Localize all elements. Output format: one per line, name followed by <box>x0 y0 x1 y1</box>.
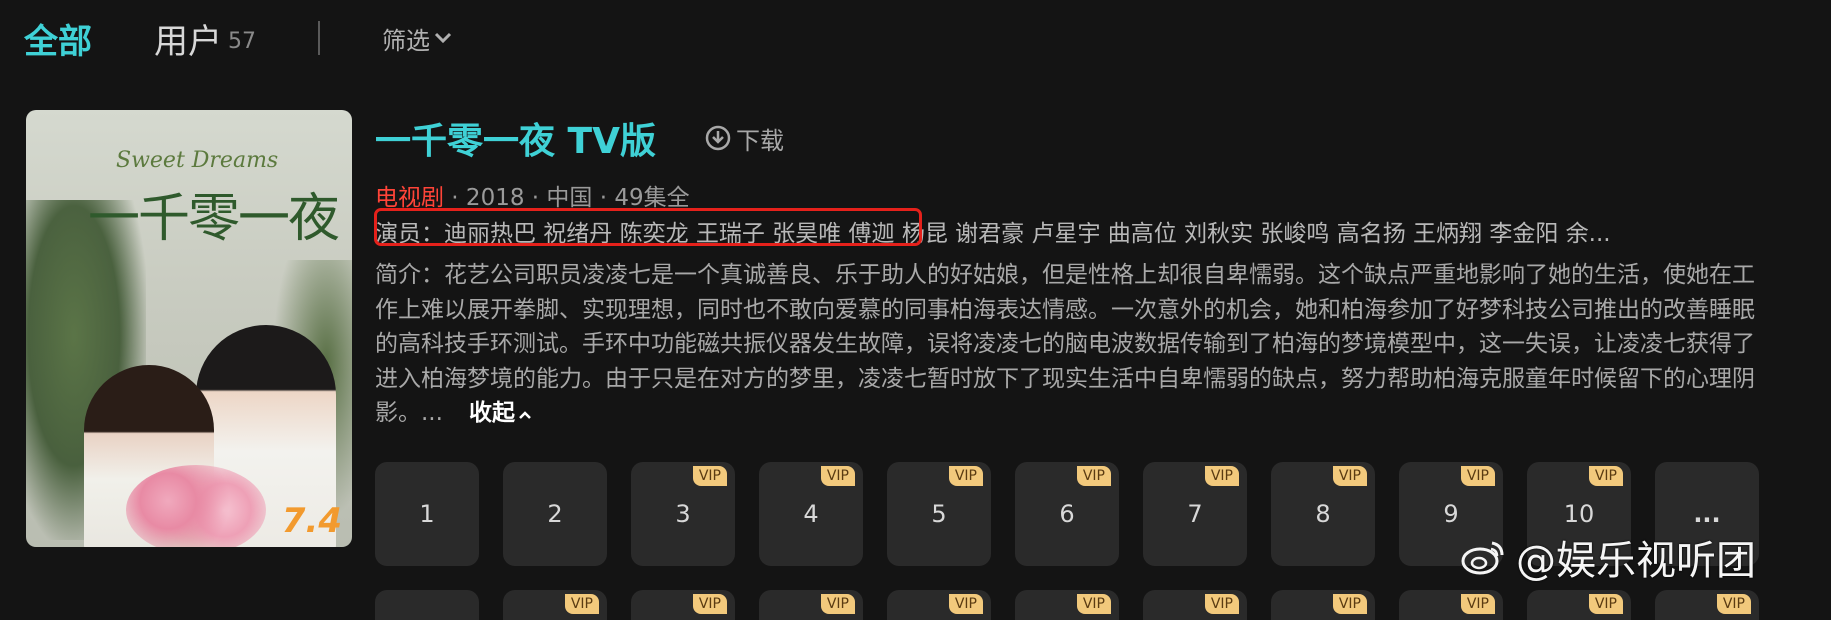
show-title-row: 一千零一夜 TV版 下载 <box>375 112 784 164</box>
collapse-button[interactable]: 收起 <box>469 400 532 426</box>
episode-button[interactable]: 6 VIP <box>1015 462 1119 566</box>
episode-button-partial[interactable]: VIP <box>1271 590 1375 620</box>
weibo-icon <box>1461 541 1504 575</box>
episode-button-partial[interactable]: VIP <box>1655 590 1759 620</box>
episode-label: ... <box>1693 500 1721 528</box>
episode-button[interactable]: 2 <box>503 462 607 566</box>
show-poster[interactable]: Sweet Dreams 一千零一夜 7.4 <box>26 110 352 547</box>
vip-badge: VIP <box>1716 594 1751 614</box>
vip-badge: VIP <box>1076 466 1111 486</box>
tab-divider <box>318 21 320 55</box>
episode-button-partial[interactable]: VIP <box>1143 590 1247 620</box>
episode-button-partial[interactable]: VIP <box>1527 590 1631 620</box>
episode-button-partial[interactable] <box>375 590 479 620</box>
episode-button-partial[interactable]: VIP <box>1015 590 1119 620</box>
episode-button[interactable]: 8 VIP <box>1271 462 1375 566</box>
vip-badge: VIP <box>564 594 599 614</box>
vip-badge: VIP <box>948 466 983 486</box>
vip-badge: VIP <box>948 594 983 614</box>
episode-button-partial[interactable]: VIP <box>1399 590 1503 620</box>
vip-badge: VIP <box>692 594 727 614</box>
vip-badge: VIP <box>820 594 855 614</box>
episode-button[interactable]: 3 VIP <box>631 462 735 566</box>
episode-label: 10 <box>1563 500 1595 528</box>
watermark: @娱乐视听团 <box>1460 528 1756 586</box>
vip-badge: VIP <box>1588 466 1623 486</box>
episode-button-partial[interactable]: VIP <box>503 590 607 620</box>
vip-badge: VIP <box>1460 466 1495 486</box>
tab-bar: 全部 用户 57 筛选 <box>24 8 452 68</box>
poster-score: 7.4 <box>281 501 342 541</box>
poster-title: 一千零一夜 <box>88 189 340 249</box>
download-label: 下载 <box>735 126 784 155</box>
filter-dropdown[interactable]: 筛选 <box>382 21 452 56</box>
episode-label: 1 <box>419 500 435 528</box>
episode-button[interactable]: 1 <box>375 462 479 566</box>
download-button[interactable]: 下载 <box>704 121 784 156</box>
vip-badge: VIP <box>820 466 855 486</box>
episode-label: 8 <box>1315 500 1331 528</box>
episode-button-partial[interactable]: VIP <box>631 590 735 620</box>
tab-users[interactable]: 用户 <box>154 14 222 63</box>
vip-badge: VIP <box>1332 466 1367 486</box>
description-text: 简介：花艺公司职员凌凌七是一个真诚善良、乐于助人的好姑娘，但是性格上却很自卑懦弱… <box>375 262 1755 426</box>
vip-badge: VIP <box>1460 594 1495 614</box>
vip-badge: VIP <box>692 466 727 486</box>
vip-badge: VIP <box>1588 594 1623 614</box>
cast-highlight-box <box>374 208 922 246</box>
episode-label: 7 <box>1187 500 1203 528</box>
episode-button[interactable]: 4 VIP <box>759 462 863 566</box>
episode-button[interactable]: 7 VIP <box>1143 462 1247 566</box>
show-meta: 电视剧 · 2018 · 中国 · 49集全 <box>375 178 690 212</box>
filter-label: 筛选 <box>382 26 430 55</box>
watermark-text: @娱乐视听团 <box>1516 538 1756 584</box>
episode-label: 5 <box>931 500 947 528</box>
show-description: 简介：花艺公司职员凌凌七是一个真诚善良、乐于助人的好姑娘，但是性格上却很自卑懦弱… <box>375 258 1765 431</box>
chevron-down-icon <box>434 32 452 44</box>
vip-badge: VIP <box>1204 594 1239 614</box>
episode-label: 9 <box>1443 500 1459 528</box>
vip-badge: VIP <box>1076 594 1111 614</box>
episode-button[interactable]: 5 VIP <box>887 462 991 566</box>
episode-button-partial[interactable]: VIP <box>887 590 991 620</box>
episode-label: 4 <box>803 500 819 528</box>
episode-button-partial[interactable]: VIP <box>759 590 863 620</box>
download-icon <box>705 125 731 151</box>
users-count: 57 <box>228 28 256 54</box>
poster-subtitle: Sweet Dreams <box>116 148 279 173</box>
vip-badge: VIP <box>1204 466 1239 486</box>
chevron-up-icon <box>519 411 531 419</box>
episode-label: 2 <box>547 500 563 528</box>
episode-label: 6 <box>1059 500 1075 528</box>
poster-flowers <box>126 465 266 547</box>
vip-badge: VIP <box>1332 594 1367 614</box>
episode-grid-row2: VIP VIP VIP VIP VIP VIP VIP VIP VIP VIP <box>375 590 1783 620</box>
tab-all[interactable]: 全部 <box>24 14 92 63</box>
collapse-label: 收起 <box>468 400 515 426</box>
episode-label: 3 <box>675 500 691 528</box>
show-title[interactable]: 一千零一夜 TV版 <box>375 112 656 164</box>
